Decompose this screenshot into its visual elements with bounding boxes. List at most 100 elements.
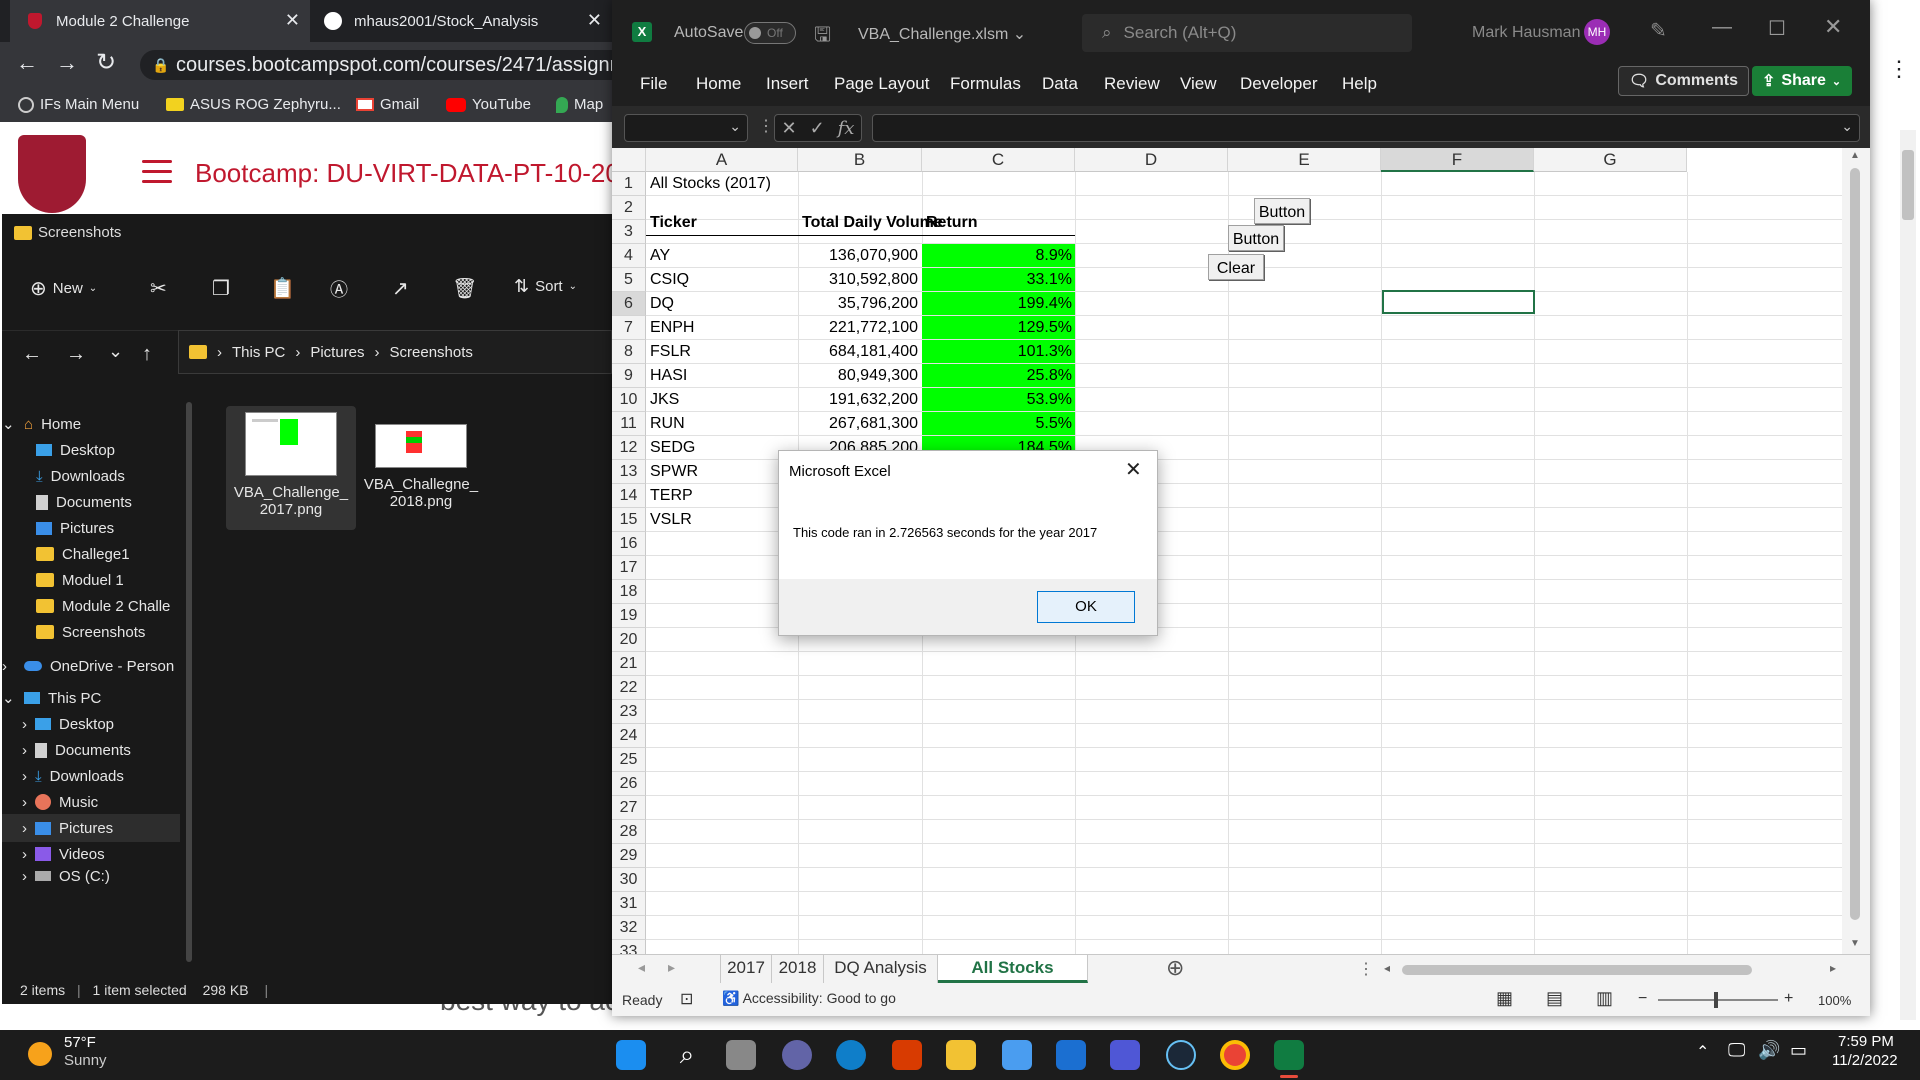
row-header[interactable]: 3 <box>612 220 646 244</box>
tree-item-module2[interactable]: Module 2 Challe <box>2 592 180 620</box>
reload-icon[interactable]: ↻ <box>96 48 116 77</box>
volume-cell[interactable]: 35,796,200 <box>798 292 918 316</box>
sheet-tab-2018[interactable]: 2018 <box>772 955 824 983</box>
row-header[interactable]: 18 <box>612 580 646 604</box>
up-arrow-icon[interactable]: ↑ <box>142 343 152 366</box>
new-button[interactable]: ⊕ New ⌄ <box>30 276 97 301</box>
row-header[interactable]: 25 <box>612 748 646 772</box>
hamburger-menu-icon[interactable] <box>142 160 172 190</box>
weather-condition[interactable]: Sunny <box>64 1052 107 1069</box>
forward-arrow-icon[interactable]: → <box>66 343 86 366</box>
column-header[interactable]: G <box>1534 148 1687 172</box>
sun-icon[interactable] <box>28 1042 52 1066</box>
zoom-in-icon[interactable]: + <box>1784 990 1793 1008</box>
volume-cell[interactable]: 310,592,800 <box>798 268 918 292</box>
clock-time[interactable]: 7:59 PM <box>1838 1033 1894 1050</box>
address-bar[interactable]: 🔒 courses.bootcampspot.com/courses/2471/… <box>140 50 640 80</box>
row-header[interactable]: 9 <box>612 364 646 388</box>
scroll-up-icon[interactable]: ▲ <box>1850 150 1860 161</box>
tab-home[interactable]: Home <box>696 74 741 94</box>
recent-chevron-icon[interactable]: ⌄ <box>108 341 123 362</box>
column-header[interactable]: A <box>646 148 798 172</box>
prev-sheet-icon[interactable]: ◂ <box>638 959 645 976</box>
volume-cell[interactable]: 191,632,200 <box>798 388 918 412</box>
return-cell[interactable]: 8.9% <box>922 244 1072 268</box>
browser-tab-module2[interactable]: Module 2 Challenge ✕ <box>10 0 310 42</box>
user-name[interactable]: Mark Hausman <box>1472 24 1580 42</box>
run-button-1[interactable]: Button <box>1254 198 1310 224</box>
row-header[interactable]: 24 <box>612 724 646 748</box>
scroll-thumb[interactable] <box>1850 168 1860 920</box>
more-icon[interactable]: ⋮ <box>1358 959 1374 979</box>
bookmark-youtube[interactable]: YouTube <box>446 96 531 113</box>
zoom-out-icon[interactable]: − <box>1638 990 1647 1008</box>
scroll-down-icon[interactable]: ▼ <box>1850 938 1860 949</box>
tab-help[interactable]: Help <box>1342 74 1377 94</box>
ticker-cell[interactable]: CSIQ <box>650 268 689 292</box>
search-input[interactable]: ⌕ Search (Alt+Q) <box>1082 14 1412 52</box>
user-avatar[interactable]: MH <box>1584 19 1610 45</box>
next-sheet-icon[interactable]: ▸ <box>668 959 675 976</box>
clear-button[interactable]: Clear <box>1208 254 1264 280</box>
row-header[interactable]: 27 <box>612 796 646 820</box>
zoom-level[interactable]: 100% <box>1818 993 1851 1008</box>
row-header[interactable]: 19 <box>612 604 646 628</box>
volume-cell[interactable]: 221,772,100 <box>798 316 918 340</box>
add-sheet-icon[interactable]: ⊕ <box>1166 955 1184 981</box>
return-cell[interactable]: 53.9% <box>922 388 1072 412</box>
copy-icon[interactable]: ❐ <box>212 276 230 301</box>
return-cell[interactable]: 5.5% <box>922 412 1072 436</box>
row-header[interactable]: 30 <box>612 868 646 892</box>
row-header[interactable]: 22 <box>612 676 646 700</box>
row-header[interactable]: 12 <box>612 436 646 460</box>
volume-cell[interactable]: 684,181,400 <box>798 340 918 364</box>
chevron-down-icon[interactable]: ⌄ <box>1841 118 1853 135</box>
minimize-icon[interactable]: — <box>1712 16 1732 39</box>
file-item[interactable]: VBA_Challenge_2017.png <box>226 406 356 530</box>
row-header[interactable]: 15 <box>612 508 646 532</box>
row-header[interactable]: 2 <box>612 196 646 220</box>
scroll-left-icon[interactable]: ◂ <box>1384 961 1390 975</box>
azure-icon[interactable] <box>1110 1040 1140 1070</box>
tree-item-downloads[interactable]: ⤓ Downloads <box>2 462 180 490</box>
row-header[interactable]: 16 <box>612 532 646 556</box>
chevron-right-icon[interactable]: › <box>22 868 27 885</box>
zoom-slider[interactable] <box>1658 999 1778 1001</box>
pen-icon[interactable]: ✎ <box>1650 18 1667 43</box>
comments-button[interactable]: 🗨 Comments <box>1618 66 1749 96</box>
run-button-2[interactable]: Button <box>1228 225 1284 251</box>
forward-arrow-icon[interactable]: → <box>56 50 78 76</box>
tree-item-documents[interactable]: Documents <box>2 488 180 516</box>
ticker-cell[interactable]: HASI <box>650 364 687 388</box>
return-cell[interactable]: 33.1% <box>922 268 1072 292</box>
mail-icon[interactable] <box>1056 1040 1086 1070</box>
weather-temperature[interactable]: 57°F <box>64 1034 96 1051</box>
header-volume[interactable]: Total Daily Volume <box>802 211 943 235</box>
tree-item-pc-desktop[interactable]: › Desktop <box>2 710 180 738</box>
autosave-toggle[interactable]: Off <box>744 22 796 44</box>
file-explorer-icon[interactable] <box>946 1040 976 1070</box>
tree-item-this-pc[interactable]: ⌄ This PC <box>2 684 180 712</box>
row-header[interactable]: 32 <box>612 916 646 940</box>
address-path[interactable]: › This PC › Pictures › Screenshots <box>178 330 612 374</box>
row-header[interactable]: 13 <box>612 460 646 484</box>
tab-formulas[interactable]: Formulas <box>950 74 1021 94</box>
tree-item-onedrive[interactable]: › OneDrive - Person <box>2 652 180 680</box>
column-header[interactable]: B <box>798 148 922 172</box>
horizontal-scrollbar[interactable] <box>1402 965 1752 975</box>
ticker-cell[interactable]: TERP <box>650 484 693 508</box>
tree-item-videos[interactable]: › Videos <box>2 840 180 868</box>
chevron-right-icon[interactable]: › <box>22 768 27 785</box>
maximize-icon[interactable]: ☐ <box>1768 16 1786 41</box>
tab-view[interactable]: View <box>1180 74 1217 94</box>
cancel-icon[interactable]: ✕ <box>781 118 796 139</box>
row-header[interactable]: 6 <box>612 292 646 316</box>
tab-developer[interactable]: Developer <box>1240 74 1318 94</box>
network-icon[interactable]: 🖵 <box>1728 1040 1745 1061</box>
volume-cell[interactable]: 267,681,300 <box>798 412 918 436</box>
back-arrow-icon[interactable]: ← <box>22 343 42 366</box>
search-icon[interactable]: ⌕ <box>672 1040 702 1070</box>
office-icon[interactable] <box>892 1040 922 1070</box>
column-header[interactable]: E <box>1228 148 1381 172</box>
insert-function-icon[interactable]: fx <box>838 118 855 139</box>
